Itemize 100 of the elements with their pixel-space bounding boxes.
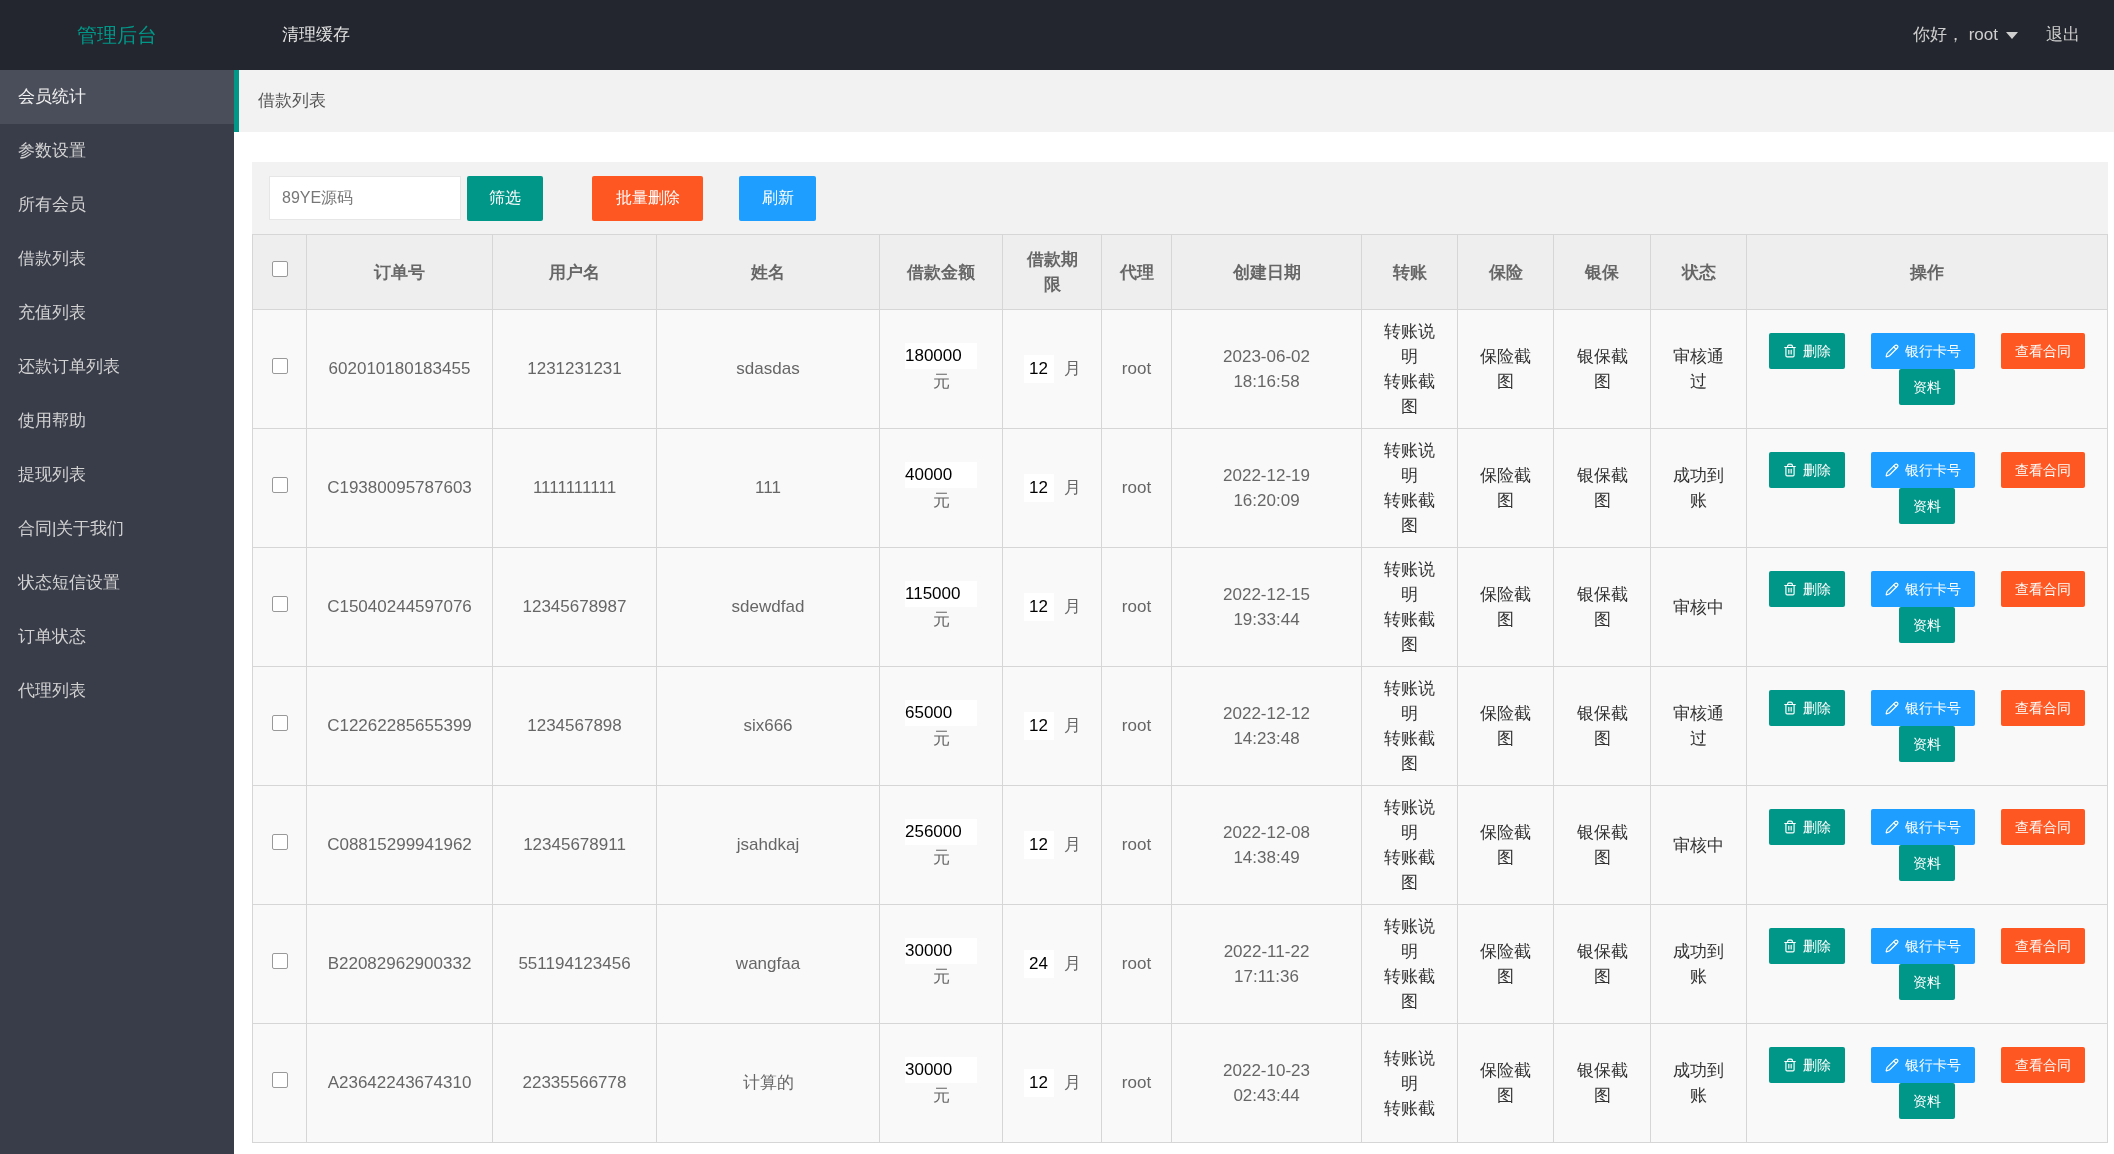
unit-text: 元 bbox=[932, 371, 950, 394]
logo-text[interactable]: 管理后台 bbox=[77, 20, 157, 50]
agent-text: root bbox=[1121, 716, 1152, 736]
username: 12345678911 bbox=[523, 835, 626, 855]
agent-text: root bbox=[1121, 1073, 1152, 1093]
checkbox[interactable] bbox=[271, 358, 288, 375]
sidebar-item[interactable]: 参数设置 bbox=[0, 124, 234, 178]
info-button[interactable]: 资料 bbox=[1899, 607, 1955, 643]
sidebar-item[interactable]: 代理列表 bbox=[0, 664, 234, 718]
amount-field[interactable]: 256000 bbox=[905, 819, 977, 846]
transfer-link[interactable]: 转账截图 bbox=[1376, 369, 1443, 419]
period-field[interactable]: 12 bbox=[1023, 1069, 1054, 1097]
time-text: 17:11:36 bbox=[1234, 966, 1299, 988]
unit-text: 月 bbox=[1063, 477, 1081, 500]
trash-icon bbox=[1783, 582, 1797, 596]
info-button[interactable]: 资料 bbox=[1899, 369, 1955, 405]
transfer-link[interactable]: 转账截图 bbox=[1376, 607, 1443, 657]
transfer-link[interactable]: 转账说明 bbox=[1376, 557, 1443, 607]
sidebar-item[interactable]: 提现列表 bbox=[0, 448, 234, 502]
sidebar-item[interactable]: 所有会员 bbox=[0, 178, 234, 232]
pencil-icon bbox=[1885, 820, 1899, 834]
info-button[interactable]: 资料 bbox=[1899, 845, 1955, 881]
delete-button[interactable]: 删除 bbox=[1769, 928, 1845, 964]
amount-field[interactable]: 65000 bbox=[905, 700, 977, 727]
order-number: C15040244597076 bbox=[327, 597, 472, 617]
delete-button[interactable]: 删除 bbox=[1769, 809, 1845, 845]
transfer-link[interactable]: 转账截图 bbox=[1376, 488, 1443, 538]
amount-field[interactable]: 30000 bbox=[905, 1057, 977, 1084]
transfer-link[interactable]: 转账说明 bbox=[1376, 319, 1443, 369]
agent-text: root bbox=[1121, 954, 1152, 974]
transfer-link[interactable]: 转账说明 bbox=[1376, 914, 1443, 964]
sidebar-item[interactable]: 状态短信设置 bbox=[0, 556, 234, 610]
sidebar-item[interactable]: 还款订单列表 bbox=[0, 340, 234, 394]
info-button[interactable]: 资料 bbox=[1899, 1083, 1955, 1119]
transfer-link[interactable]: 转账说明 bbox=[1376, 795, 1443, 845]
username: 1111111111 bbox=[532, 478, 617, 498]
checkbox[interactable] bbox=[271, 261, 288, 278]
checkbox[interactable] bbox=[271, 953, 288, 970]
sidebar-item[interactable]: 订单状态 bbox=[0, 610, 234, 664]
delete-button[interactable]: 删除 bbox=[1769, 333, 1845, 369]
unit-text: 月 bbox=[1063, 596, 1081, 619]
info-button[interactable]: 资料 bbox=[1899, 488, 1955, 524]
column-header: 保险 bbox=[1487, 261, 1524, 284]
delete-button[interactable]: 删除 bbox=[1769, 571, 1845, 607]
sidebar-item[interactable]: 合同|关于我们 bbox=[0, 502, 234, 556]
transfer-link[interactable]: 转账截图 bbox=[1376, 726, 1443, 776]
nav-link[interactable]: 清理缓存 bbox=[282, 22, 350, 48]
username: 551194123456 bbox=[518, 954, 631, 974]
checkbox[interactable] bbox=[271, 477, 288, 494]
info-button[interactable]: 资料 bbox=[1899, 726, 1955, 762]
amount-field[interactable]: 180000 bbox=[905, 343, 977, 370]
amount-field[interactable]: 115000 bbox=[905, 581, 977, 608]
search-field[interactable]: 89YE源码 bbox=[269, 176, 461, 220]
info-button[interactable]: 资料 bbox=[1899, 964, 1955, 1000]
order-number: C19380095787603 bbox=[327, 478, 472, 498]
name-text: 计算的 bbox=[742, 1073, 794, 1093]
transfer-link[interactable]: 转账截 bbox=[1384, 1095, 1435, 1121]
filter-button[interactable]: 筛选 bbox=[467, 175, 543, 221]
trash-icon bbox=[1783, 463, 1797, 477]
name-text: sdasdas bbox=[736, 359, 800, 379]
period-field[interactable]: 12 bbox=[1023, 474, 1054, 502]
checkbox[interactable] bbox=[271, 834, 288, 851]
amount-field[interactable]: 40000 bbox=[905, 462, 977, 489]
pencil-icon bbox=[1885, 344, 1899, 358]
unit-text: 元 bbox=[932, 490, 950, 513]
sidebar-item[interactable]: 会员统计 bbox=[0, 70, 234, 124]
status-text: 审核通过 bbox=[1672, 346, 1725, 393]
period-field[interactable]: 12 bbox=[1023, 355, 1054, 383]
time-text: 16:20:09 bbox=[1233, 490, 1300, 512]
column-header: 创建日期 bbox=[1231, 261, 1302, 284]
amount-field[interactable]: 30000 bbox=[905, 938, 977, 965]
delete-button[interactable]: 删除 bbox=[1769, 1047, 1845, 1083]
sidebar-item[interactable]: 借款列表 bbox=[0, 232, 234, 286]
checkbox[interactable] bbox=[271, 1072, 288, 1089]
period-field[interactable]: 24 bbox=[1023, 950, 1054, 978]
transfer-link[interactable]: 转账截图 bbox=[1376, 845, 1443, 895]
unit-text: 元 bbox=[932, 609, 950, 632]
column-header: 转账 bbox=[1391, 261, 1428, 284]
transfer-link[interactable]: 转账说明 bbox=[1376, 1045, 1443, 1096]
checkbox[interactable] bbox=[271, 715, 288, 732]
order-number: A23642243674310 bbox=[327, 1073, 472, 1093]
column-header: 操作 bbox=[1908, 261, 1945, 284]
period-field[interactable]: 12 bbox=[1023, 593, 1054, 621]
delete-button[interactable]: 删除 bbox=[1769, 452, 1845, 488]
column-header: 借款期限 bbox=[1025, 249, 1079, 296]
date-text: 2023-06-02 bbox=[1223, 345, 1310, 368]
delete-button[interactable]: 删除 bbox=[1769, 690, 1845, 726]
sidebar-item[interactable]: 充值列表 bbox=[0, 286, 234, 340]
period-field[interactable]: 12 bbox=[1023, 831, 1054, 859]
transfer-link[interactable]: 转账说明 bbox=[1376, 438, 1443, 488]
period-field[interactable]: 12 bbox=[1023, 712, 1054, 740]
user-menu[interactable]: 你好， root bbox=[1912, 22, 2018, 48]
logout-link[interactable]: 退出 bbox=[2046, 22, 2080, 48]
date-text: 2022-11-22 bbox=[1223, 940, 1310, 963]
transfer-link[interactable]: 转账说明 bbox=[1376, 676, 1443, 726]
order-number: 602010180183455 bbox=[328, 359, 471, 379]
sidebar-item[interactable]: 使用帮助 bbox=[0, 394, 234, 448]
transfer-link[interactable]: 转账截图 bbox=[1376, 964, 1443, 1014]
checkbox[interactable] bbox=[271, 596, 288, 613]
date-text: 2022-12-12 bbox=[1223, 702, 1310, 725]
